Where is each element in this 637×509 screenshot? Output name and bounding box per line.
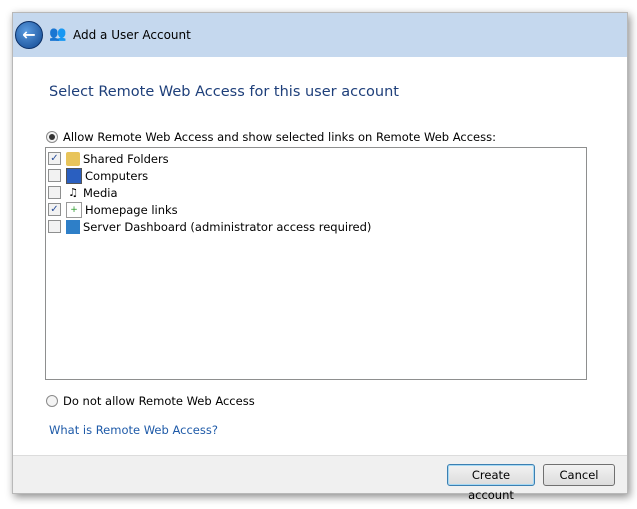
item-label: Media	[83, 185, 118, 200]
page-heading: Select Remote Web Access for this user a…	[49, 84, 399, 100]
add-user-account-window: ← 👥 Add a User Account Select Remote Web…	[12, 12, 628, 502]
footer-bar: Create account Cancel	[13, 455, 627, 502]
item-label: Server Dashboard (administrator access r…	[83, 219, 372, 234]
item-label: Computers	[85, 168, 149, 183]
media-icon: ♫	[68, 185, 78, 199]
checkbox[interactable]	[48, 186, 61, 199]
allow-remote-access-radio[interactable]	[46, 131, 58, 143]
header-bar: ← 👥 Add a User Account	[13, 13, 627, 57]
item-label: Shared Folders	[83, 151, 169, 166]
checkbox[interactable]: ✓	[48, 152, 61, 165]
cancel-button[interactable]: Cancel	[543, 464, 615, 486]
back-arrow-icon[interactable]: ←	[15, 21, 43, 49]
checkbox[interactable]: ✓	[48, 203, 61, 216]
folder-icon	[66, 151, 80, 166]
dashboard-icon	[66, 219, 80, 234]
homepage-links-icon: +	[66, 201, 82, 218]
users-icon: 👥	[49, 26, 67, 42]
checkbox[interactable]	[48, 169, 61, 182]
links-list: ✓ Shared Folders Computers ♫ Media ✓ + H…	[45, 147, 587, 380]
deny-remote-access-label: Do not allow Remote Web Access	[63, 394, 255, 408]
deny-remote-access-radio[interactable]	[46, 395, 58, 407]
list-item-shared-folders[interactable]: ✓ Shared Folders	[48, 150, 169, 167]
list-item-media[interactable]: ♫ Media	[48, 184, 118, 201]
item-label: Homepage links	[85, 202, 178, 217]
computer-icon	[66, 167, 82, 184]
list-item-computers[interactable]: Computers	[48, 167, 148, 184]
help-link[interactable]: What is Remote Web Access?	[49, 423, 218, 437]
create-account-button[interactable]: Create account	[447, 464, 535, 502]
allow-remote-access-label: Allow Remote Web Access and show selecte…	[63, 130, 496, 144]
list-item-server-dashboard[interactable]: Server Dashboard (administrator access r…	[48, 218, 371, 235]
checkbox[interactable]	[48, 220, 61, 233]
list-item-homepage-links[interactable]: ✓ + Homepage links	[48, 201, 178, 218]
window-title: Add a User Account	[73, 28, 191, 42]
